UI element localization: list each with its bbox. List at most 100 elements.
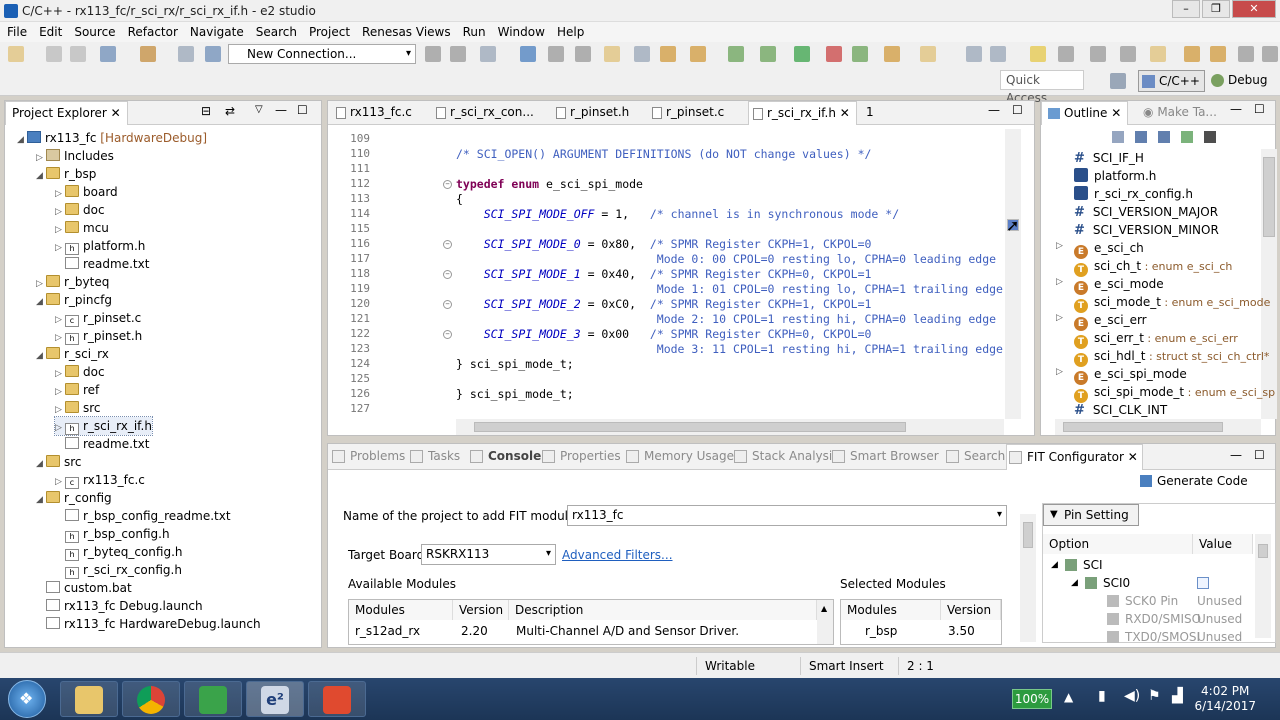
col-sel-version[interactable]: Version	[941, 600, 1001, 620]
menu-window[interactable]: Window	[493, 22, 550, 42]
tree-item-custom-bat[interactable]: custom.bat	[36, 579, 132, 597]
tree-item-src[interactable]: ◢ src	[36, 453, 82, 471]
project-name-combo[interactable]: rx113_fc	[567, 505, 1007, 526]
table-row[interactable]: r_bsp 3.50	[841, 620, 1001, 642]
toolbar-tool-30-icon[interactable]	[1150, 46, 1166, 62]
pin-option-row[interactable]: ◢ SCI	[1043, 556, 1253, 574]
outline-item-sci-spi-mode-t[interactable]: Tsci_spi_mode_t : enum e_sci_sp	[1074, 383, 1275, 403]
expand-toggle-icon[interactable]: ▷	[1056, 277, 1063, 287]
editor-tab-r-pinset-c[interactable]: r_pinset.c	[648, 101, 730, 125]
code-line[interactable]: } sci_spi_mode_t;	[456, 387, 574, 401]
table-row[interactable]: r_s12ad_rx 2.20 Multi-Channel A/D and Se…	[349, 620, 819, 642]
available-scrollbar[interactable]: ▲	[817, 600, 833, 644]
toolbar-tool-5-icon[interactable]	[178, 46, 194, 62]
toolbar-tool-20-icon[interactable]	[826, 46, 842, 62]
code-line[interactable]: SCI_SPI_MODE_1 = 0x40, /* SPMR Register …	[456, 267, 872, 281]
toolbar-tool-33-icon[interactable]	[1238, 46, 1254, 62]
sort-icon[interactable]	[1204, 131, 1216, 143]
outline-item-e-sci-mode[interactable]: Ee_sci_mode	[1074, 275, 1164, 295]
menu-edit[interactable]: Edit	[34, 22, 67, 42]
maximize-button[interactable]: ❐	[1202, 0, 1230, 18]
expand-toggle-icon[interactable]: ◢	[36, 491, 46, 509]
pin-option-row[interactable]: TXD0/SMOSI Unused	[1043, 628, 1253, 646]
code-line[interactable]: {	[456, 192, 463, 206]
perspective-debug[interactable]: Debug	[1208, 70, 1271, 92]
editor-tab-r-pinset-h[interactable]: r_pinset.h	[552, 101, 635, 125]
tab-problems[interactable]: Problems	[330, 444, 409, 470]
toolbar-tool-31-icon[interactable]	[1184, 46, 1200, 62]
expand-toggle-icon[interactable]: ◢	[17, 131, 27, 149]
tree-item-rx113-fc-hardwaredebug-launch[interactable]: rx113_fc HardwareDebug.launch	[36, 615, 261, 633]
minimize-view-icon[interactable]: —	[275, 103, 287, 117]
tab-stack-analysis[interactable]: Stack Analysis	[732, 444, 842, 470]
toolbar-tool-13-icon[interactable]	[604, 46, 620, 62]
tree-item-mcu[interactable]: ▷ mcu	[55, 219, 109, 237]
pin-scrollbar[interactable]	[1255, 534, 1271, 638]
toolbar-tool-6-icon[interactable]	[205, 46, 221, 62]
toolbar-tool-1-icon[interactable]	[46, 46, 62, 62]
expand-toggle-icon[interactable]: ◢	[36, 455, 46, 473]
outline-item-sci-ch-t[interactable]: Tsci_ch_t : enum e_sci_ch	[1074, 257, 1232, 277]
col-modules[interactable]: Modules	[349, 600, 453, 620]
power-icon[interactable]: ▮	[1098, 688, 1106, 704]
col-value[interactable]: Value	[1193, 534, 1253, 554]
tree-item-rx113-fc-c[interactable]: ▷ c rx113_fc.c	[55, 471, 145, 489]
outline-item-sci-clk-int[interactable]: # SCI_CLK_INT	[1074, 401, 1167, 419]
toolbar-tool-17-icon[interactable]	[728, 46, 744, 62]
toolbar-tool-22-icon[interactable]	[884, 46, 900, 62]
pin-option-row[interactable]: ◢ SCI0	[1043, 574, 1253, 592]
hide-fields-icon[interactable]	[1112, 131, 1124, 143]
editor-vertical-scrollbar[interactable]	[1005, 129, 1021, 419]
editor-tab-overflow[interactable]: 1	[860, 101, 880, 125]
tab-memory-usage[interactable]: Memory Usage	[624, 444, 738, 470]
taskbar-explorer[interactable]	[60, 681, 118, 717]
outline-horizontal-scrollbar[interactable]	[1055, 419, 1261, 435]
pin-option-row[interactable]: SCK0 Pin Unused	[1043, 592, 1253, 610]
outline-item-sci-version-minor[interactable]: # SCI_VERSION_MINOR	[1074, 221, 1219, 239]
flag-icon[interactable]: ⚑	[1148, 688, 1161, 704]
toolbar-tool-10-icon[interactable]	[520, 46, 536, 62]
outline-item-e-sci-ch[interactable]: Ee_sci_ch	[1074, 239, 1144, 259]
outline-vertical-scrollbar[interactable]	[1261, 149, 1277, 419]
tree-item-r-sci-rx[interactable]: ◢ r_sci_rx	[36, 345, 109, 363]
tree-item-r-byteq-config-h[interactable]: h r_byteq_config.h	[55, 543, 183, 561]
col-sel-modules[interactable]: Modules	[841, 600, 941, 620]
expand-toggle-icon[interactable]: ◢	[1071, 574, 1078, 592]
expand-toggle-icon[interactable]: ▷	[1056, 241, 1063, 251]
fit-scroll-thumb[interactable]	[1023, 522, 1033, 548]
toolbar-tool-34-icon[interactable]	[1262, 46, 1278, 62]
toolbar-tool-21-icon[interactable]	[852, 46, 868, 62]
expand-toggle-icon[interactable]: ▷	[1056, 313, 1063, 323]
tab-make-target[interactable]: ◉ Make Ta...	[1137, 101, 1223, 125]
tree-item-r-pinset-c[interactable]: ▷ c r_pinset.c	[55, 309, 141, 327]
code-line[interactable]: /* SCI_OPEN() ARGUMENT DEFINITIONS (do N…	[456, 147, 871, 161]
tree-item-r-sci-rx-config-h[interactable]: h r_sci_rx_config.h	[55, 561, 182, 579]
network-icon[interactable]: ▟	[1172, 688, 1183, 704]
menu-renesas-views[interactable]: Renesas Views	[357, 22, 456, 42]
tab-outline[interactable]: Outline ✕	[1041, 101, 1129, 125]
fold-toggle-icon[interactable]: −	[443, 180, 452, 189]
editor-horizontal-scrollbar[interactable]	[456, 419, 1004, 435]
tree-item-rx113-fc-debug-launch[interactable]: rx113_fc Debug.launch	[36, 597, 203, 615]
expand-toggle-icon[interactable]: ◢	[36, 293, 46, 311]
toolbar-tool-26-icon[interactable]	[1030, 46, 1046, 62]
minimize-button[interactable]: –	[1172, 0, 1200, 18]
group-icon[interactable]	[1181, 131, 1193, 143]
expand-toggle-icon[interactable]: ◢	[36, 347, 46, 365]
toolbar-tool-15-icon[interactable]	[660, 46, 676, 62]
expand-toggle-icon[interactable]: ◢	[1051, 556, 1058, 574]
fold-toggle-icon[interactable]: −	[443, 270, 452, 279]
close-icon[interactable]: ✕	[1111, 106, 1121, 120]
view-menu-icon[interactable]: ▽	[255, 104, 263, 115]
system-clock[interactable]: 4:02 PM 6/14/2017	[1194, 684, 1256, 714]
tree-item-platform-h[interactable]: ▷ h platform.h	[55, 237, 145, 255]
outline-item-sci-mode-t[interactable]: Tsci_mode_t : enum e_sci_mode	[1074, 293, 1270, 313]
collapse-all-icon[interactable]: ⊟	[201, 104, 211, 118]
fold-toggle-icon[interactable]: −	[443, 300, 452, 309]
tree-item-doc[interactable]: ▷ doc	[55, 363, 105, 381]
outline-item-r-sci-rx-config-h[interactable]: r_sci_rx_config.h	[1074, 185, 1193, 203]
editor-tab-r-sci-rx-con-[interactable]: r_sci_rx_con...	[432, 101, 540, 125]
pin-scroll-thumb[interactable]	[1258, 544, 1268, 558]
close-icon[interactable]: ✕	[1124, 450, 1138, 464]
perspective-cpp[interactable]: C/C++	[1138, 70, 1205, 92]
